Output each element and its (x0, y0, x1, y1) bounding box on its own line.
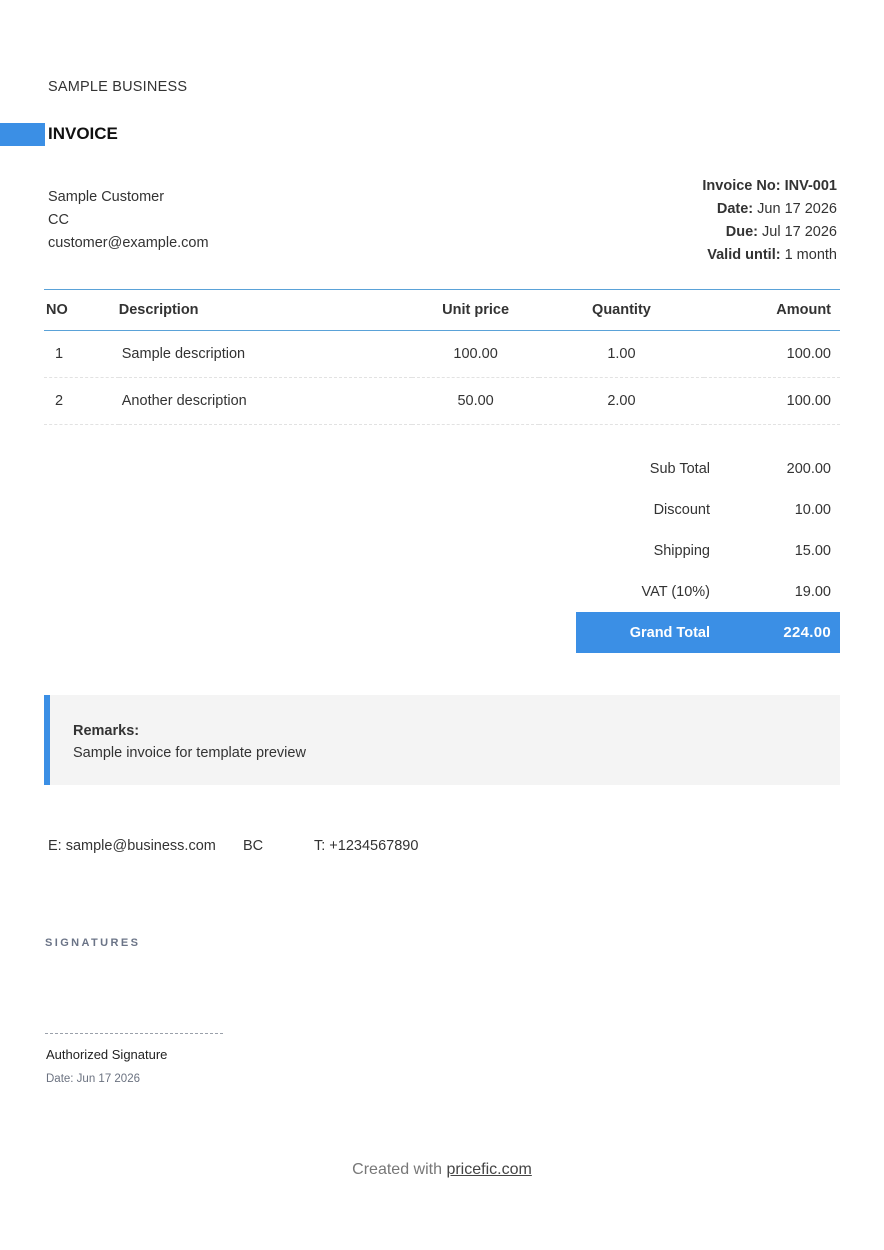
row-unit-price: 100.00 (412, 330, 539, 378)
subtotal-row: Sub Total 200.00 (576, 448, 840, 489)
footer: Created with pricefic.com (0, 1161, 884, 1179)
table-header-row: NO Description Unit price Quantity Amoun… (44, 289, 840, 331)
totals-block: Sub Total 200.00 Discount 10.00 Shipping… (576, 448, 840, 653)
discount-value: 10.00 (794, 501, 831, 518)
grand-total-value: 224.00 (783, 624, 831, 641)
customer-block: Sample Customer CC customer@example.com (48, 186, 209, 255)
shipping-value: 15.00 (794, 542, 831, 559)
row-quantity: 2.00 (538, 377, 705, 425)
signature-line (45, 1033, 223, 1034)
header-quantity: Quantity (538, 289, 705, 331)
invoice-valid-row: Valid until: 1 month (707, 247, 837, 263)
row-amount: 100.00 (704, 330, 840, 378)
footer-link[interactable]: pricefic.com (446, 1161, 531, 1178)
discount-label: Discount (653, 501, 710, 518)
business-email: E: sample@business.com (48, 838, 216, 854)
business-name: SAMPLE BUSINESS (48, 79, 188, 95)
invoice-due-row: Due: Jul 17 2026 (725, 224, 837, 240)
customer-line2: CC (48, 212, 69, 228)
grand-total-label: Grand Total (629, 624, 710, 641)
row-amount: 100.00 (704, 377, 840, 425)
row-no: 2 (44, 377, 119, 425)
signature-label: Authorized Signature (46, 1047, 168, 1062)
row-description: Sample description (118, 330, 413, 378)
invoice-number-row: Invoice No: INV-001 (702, 178, 837, 194)
remarks-label: Remarks: (73, 723, 140, 739)
table-row: 1 Sample description 100.00 1.00 100.00 (44, 330, 840, 378)
title-accent-bar (0, 123, 45, 146)
customer-email: customer@example.com (48, 235, 209, 251)
shipping-row: Shipping 15.00 (576, 530, 840, 571)
invoice-meta: Invoice No: INV-001 Date: Jun 17 2026 Du… (702, 175, 837, 267)
invoice-valid: 1 month (784, 247, 837, 263)
subtotal-label: Sub Total (649, 460, 710, 477)
row-unit-price: 50.00 (412, 377, 539, 425)
vat-value: 19.00 (794, 583, 831, 600)
shipping-label: Shipping (653, 542, 710, 559)
invoice-date: Jun 17 2026 (757, 201, 837, 217)
invoice-number: INV-001 (784, 178, 837, 194)
table-row: 2 Another description 50.00 2.00 100.00 (44, 377, 840, 425)
signature-date: Date: Jun 17 2026 (46, 1073, 140, 1085)
vat-label: VAT (10%) (641, 583, 711, 600)
row-quantity: 1.00 (538, 330, 705, 378)
remarks-box: Remarks: Sample invoice for template pre… (44, 695, 840, 785)
remarks-text: Sample invoice for template preview (73, 745, 306, 761)
document-title: INVOICE (48, 124, 118, 143)
customer-name: Sample Customer (48, 189, 165, 205)
header-no: NO (44, 289, 119, 331)
invoice-date-row: Date: Jun 17 2026 (716, 201, 837, 217)
row-no: 1 (44, 330, 119, 378)
header-amount: Amount (704, 289, 840, 331)
vat-row: VAT (10%) 19.00 (576, 571, 840, 612)
header-description: Description (118, 289, 413, 331)
business-code: BC (243, 838, 264, 854)
discount-row: Discount 10.00 (576, 489, 840, 530)
row-description: Another description (118, 377, 413, 425)
line-items-table: NO Description Unit price Quantity Amoun… (44, 289, 840, 425)
footer-prefix: Created with (352, 1161, 442, 1178)
business-phone: T: +1234567890 (314, 838, 419, 854)
header-unit-price: Unit price (412, 289, 539, 331)
grand-total-row: Grand Total 224.00 (576, 612, 840, 653)
signatures-heading: SIGNATURES (45, 937, 141, 949)
invoice-due: Jul 17 2026 (762, 224, 837, 240)
subtotal-value: 200.00 (786, 460, 831, 477)
